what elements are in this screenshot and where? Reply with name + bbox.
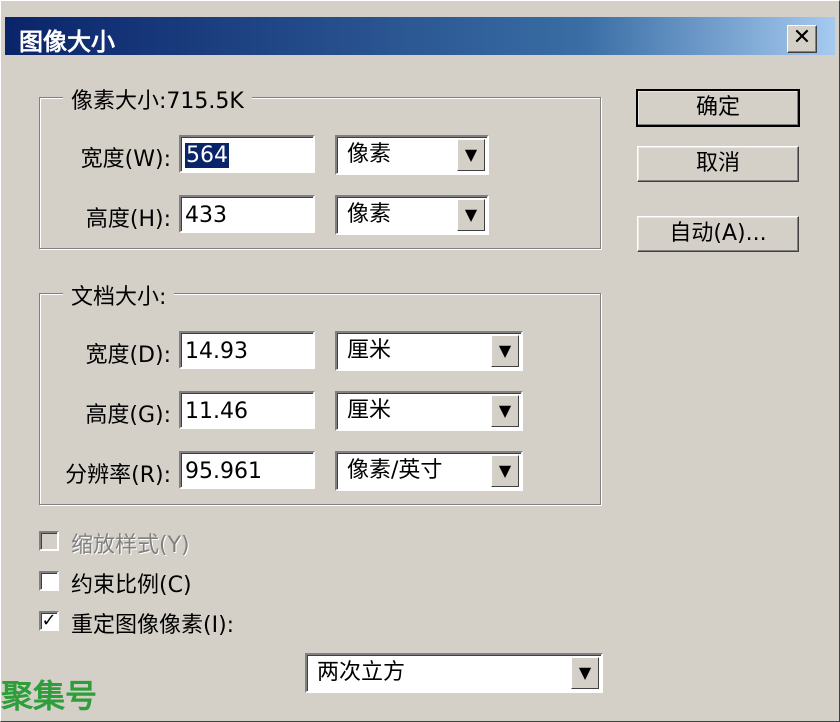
resolution-unit-select[interactable]: 像素/英寸 ▼ [335, 451, 523, 491]
ok-button[interactable]: 确定 [636, 89, 800, 127]
resolution-input[interactable]: 95.961 [179, 451, 315, 489]
close-button[interactable]: ✕ [787, 25, 817, 53]
pixel-width-input[interactable]: 564 [179, 135, 315, 173]
doc-width-unit-select[interactable]: 厘米 ▼ [335, 331, 523, 371]
resolution-unit: 像素/英寸 [347, 458, 443, 483]
image-size-dialog: 图像大小 ✕ 像素大小:715.5K 宽度(W): 564 像素 ▼ 高度(H)… [0, 0, 840, 722]
resample-method-value: 两次立方 [317, 660, 406, 685]
pixel-width-unit: 像素 [347, 142, 392, 167]
resample-method-select[interactable]: 两次立方 ▼ [305, 653, 603, 693]
pixel-height-unit: 像素 [347, 202, 392, 227]
scale-styles-checkbox [39, 531, 59, 551]
dropdown-arrow-icon[interactable]: ▼ [457, 139, 485, 171]
doc-height-label: 高度(G): [85, 403, 171, 428]
check-icon: ✓ [41, 610, 57, 631]
pixel-height-input[interactable]: 433 [179, 195, 315, 233]
doc-width-label: 宽度(D): [85, 343, 171, 368]
pixel-dimensions-legend: 像素大小:715.5K [63, 83, 252, 115]
doc-width-input[interactable]: 14.93 [179, 331, 315, 369]
watermark-logo: 聚集号 [1, 677, 98, 715]
document-size-legend: 文档大小: [63, 279, 175, 311]
dropdown-arrow-icon[interactable]: ▼ [491, 455, 519, 487]
pixel-width-value: 564 [185, 143, 229, 168]
resolution-value: 95.961 [185, 459, 262, 484]
doc-width-value: 14.93 [185, 339, 248, 364]
title-bar: 图像大小 [5, 17, 835, 56]
dialog-title: 图像大小 [19, 28, 115, 56]
constrain-proportions-checkbox[interactable] [39, 571, 59, 591]
dropdown-arrow-icon[interactable]: ▼ [491, 395, 519, 427]
constrain-proportions-label[interactable]: 约束比例(C) [71, 567, 192, 599]
pixel-height-unit-select[interactable]: 像素 ▼ [335, 195, 489, 235]
doc-height-value: 11.46 [185, 399, 248, 424]
pixel-width-label: 宽度(W): [80, 147, 171, 172]
resolution-label: 分辨率(R): [65, 463, 171, 488]
cancel-button[interactable]: 取消 [637, 146, 799, 182]
doc-height-unit-select[interactable]: 厘米 ▼ [335, 391, 523, 431]
dropdown-arrow-icon[interactable]: ▼ [571, 657, 599, 689]
dropdown-arrow-icon[interactable]: ▼ [491, 335, 519, 367]
close-icon: ✕ [792, 25, 812, 50]
auto-button[interactable]: 自动(A)... [637, 216, 799, 252]
pixel-height-label: 高度(H): [85, 207, 171, 232]
pixel-height-value: 433 [185, 203, 227, 228]
scale-styles-label: 缩放样式(Y) [71, 533, 190, 558]
resample-image-checkbox[interactable]: ✓ [39, 611, 59, 631]
doc-width-unit: 厘米 [347, 338, 392, 363]
pixel-width-unit-select[interactable]: 像素 ▼ [335, 135, 489, 175]
doc-height-unit: 厘米 [347, 398, 392, 423]
resample-image-label[interactable]: 重定图像像素(I): [71, 607, 234, 639]
dropdown-arrow-icon[interactable]: ▼ [457, 199, 485, 231]
doc-height-input[interactable]: 11.46 [179, 391, 315, 429]
